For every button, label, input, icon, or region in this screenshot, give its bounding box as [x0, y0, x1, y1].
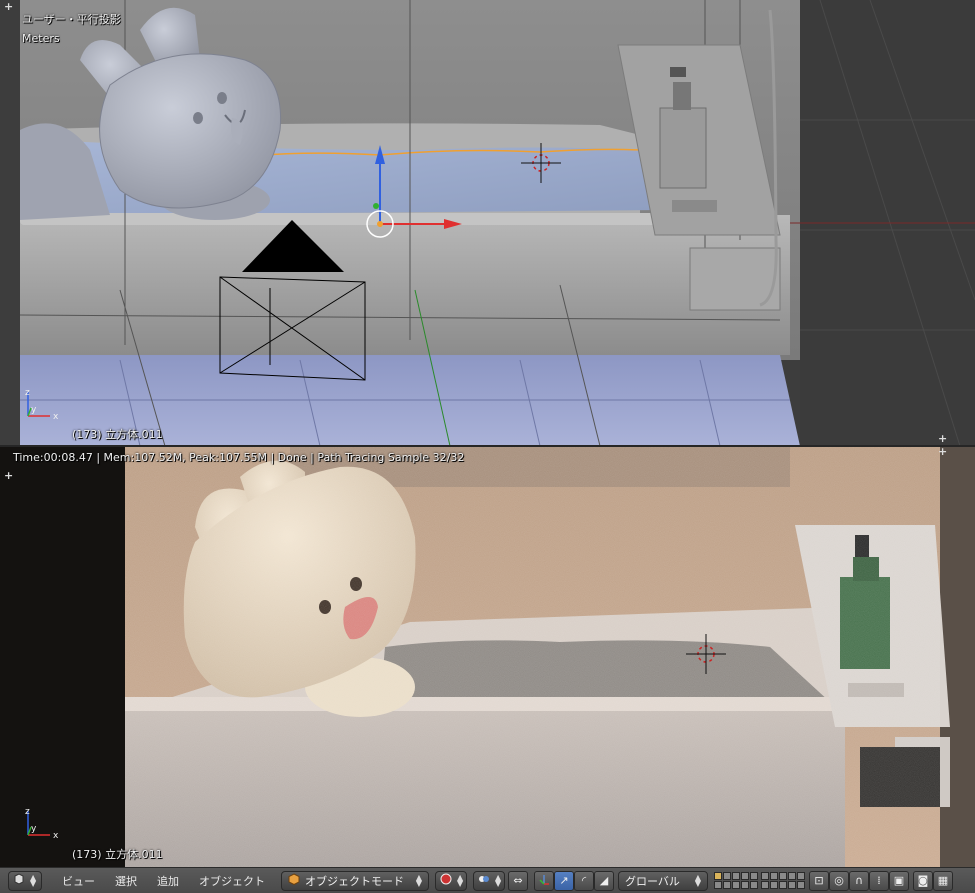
object-info-label: (173) 立方体.011 — [72, 848, 163, 861]
menu-view[interactable]: ビュー — [52, 873, 105, 889]
render-status-label: Time:00:08.47 | Mem:107.52M, Peak:107.55… — [13, 451, 465, 464]
area-split-corner-top-left[interactable]: + — [4, 1, 13, 12]
layer-button[interactable] — [779, 881, 787, 889]
translate-icon: ↗ — [559, 874, 569, 887]
chevron-updown-icon: ▲ ▼ — [415, 872, 422, 888]
layer-button[interactable] — [779, 872, 787, 880]
lock-camera-button[interactable]: ⊡ — [809, 870, 829, 891]
svg-text:z: z — [25, 388, 30, 398]
viewport-shading-icon — [440, 873, 452, 888]
axis-orientation-widget: x z y — [25, 388, 59, 422]
layer-button[interactable] — [714, 872, 722, 880]
chevron-updown-icon: ▲ ▼ — [457, 872, 464, 888]
scale-icon: ◢ — [599, 874, 609, 887]
snap-element-button[interactable]: ∩ — [849, 870, 869, 891]
magnet-icon: ∩ — [854, 874, 864, 887]
rotate-manipulator-button[interactable]: ◜ — [574, 870, 594, 891]
layer-button[interactable] — [741, 881, 749, 889]
interaction-mode-dropdown[interactable]: オブジェクトモード ▲ ▼ — [281, 870, 429, 891]
manipulator-toggle-button[interactable] — [534, 870, 554, 891]
menu-select[interactable]: 選択 — [105, 873, 147, 889]
layer-button[interactable] — [750, 872, 758, 880]
area-split-corner-top-right[interactable]: + — [938, 447, 947, 457]
editor-type-selector[interactable]: ▲ ▼ — [8, 870, 42, 891]
scale-manipulator-button[interactable]: ◢ — [594, 870, 614, 891]
view-name-label: ユーザー・平行投影 — [22, 13, 121, 26]
camera-icon: ◙ — [917, 874, 929, 887]
proportional-edit-icon: ◎ — [834, 874, 844, 887]
manipulator-group: ↗ ◜ ◢ — [534, 870, 614, 891]
object-info-label: (173) 立方体.011 — [72, 428, 163, 441]
chevron-updown-icon: ▲ ▼ — [495, 872, 502, 888]
snap-icon: ⇔ — [513, 874, 523, 887]
3d-view-header: ▲ ▼ ビュー 選択 追加 オブジェクト オブジェクトモード ▲ ▼ ▲ ▼ ▲ ▼ ⇔ — [0, 867, 975, 893]
layer-buttons[interactable] — [761, 872, 805, 889]
translate-manipulator-button[interactable]: ↗ — [554, 870, 574, 891]
layer-button[interactable] — [723, 872, 731, 880]
clapper-icon: ▦ — [937, 874, 949, 887]
opengl-render-button[interactable]: ◙ — [913, 870, 933, 891]
layer-button[interactable] — [732, 872, 740, 880]
rotate-icon: ◜ — [581, 874, 587, 887]
layer-button[interactable] — [732, 881, 740, 889]
proportional-edit-button[interactable]: ◎ — [829, 870, 849, 891]
pivot-point-icon — [478, 873, 490, 888]
rendered-scene — [0, 447, 975, 867]
layer-buttons[interactable] — [714, 872, 758, 889]
camera-tools-group: ◙ ▦ — [913, 870, 953, 891]
layer-button[interactable] — [770, 872, 778, 880]
units-label: Meters — [22, 32, 60, 45]
opengl-render-animation-button[interactable]: ▦ — [933, 870, 953, 891]
viewport-shading-dropdown[interactable]: ▲ ▼ — [435, 870, 467, 891]
layer-button[interactable] — [741, 872, 749, 880]
svg-text:y: y — [31, 824, 37, 834]
viewport-scene — [0, 0, 975, 446]
lock-icon: ⊡ — [814, 874, 824, 887]
layer-button[interactable] — [761, 881, 769, 889]
svg-text:x: x — [53, 831, 59, 841]
snap-target-icon: ⁞ — [877, 874, 881, 887]
svg-text:x: x — [53, 412, 59, 422]
3d-viewport-rendered[interactable]: Time:00:08.47 | Mem:107.52M, Peak:107.55… — [0, 447, 975, 867]
editor-type-icon — [13, 873, 25, 888]
svg-text:y: y — [31, 405, 37, 415]
layer-button[interactable] — [714, 881, 722, 889]
layer-button[interactable] — [761, 872, 769, 880]
transform-orientation-dropdown[interactable]: グローバル ▲ ▼ — [618, 870, 708, 891]
menu-object[interactable]: オブジェクト — [189, 873, 275, 889]
layer-button[interactable] — [770, 881, 778, 889]
snap-toggle-button[interactable]: ⇔ — [508, 870, 528, 891]
mode-label: オブジェクトモード — [305, 874, 404, 888]
axis-orientation-widget: x z y — [25, 807, 59, 841]
layer-button[interactable] — [788, 872, 796, 880]
3d-viewport-solid[interactable]: ユーザー・平行投影 Meters (173) 立方体.011 x z y + + — [0, 0, 975, 446]
render-tools-group: ⊡ ◎ ∩ ⁞ ▣ — [809, 870, 909, 891]
chevron-updown-icon: ▲ ▼ — [694, 872, 701, 888]
chevron-updown-icon: ▲ ▼ — [30, 872, 37, 888]
layer-button[interactable] — [797, 872, 805, 880]
render-preview-button[interactable]: ▣ — [889, 870, 909, 891]
render-icon: ▣ — [893, 874, 905, 887]
snap-target-button[interactable]: ⁞ — [869, 870, 889, 891]
layer-button[interactable] — [797, 881, 805, 889]
object-mode-icon — [288, 873, 300, 888]
svg-text:z: z — [25, 807, 30, 817]
menu-add[interactable]: 追加 — [147, 873, 189, 889]
header-menus: ビュー 選択 追加 オブジェクト — [52, 873, 275, 889]
layer-button[interactable] — [750, 881, 758, 889]
area-split-corner-top-left[interactable]: + — [4, 470, 13, 481]
pivot-point-dropdown[interactable]: ▲ ▼ — [473, 870, 505, 891]
layer-button[interactable] — [723, 881, 731, 889]
manipulator-icon — [538, 873, 550, 888]
layer-button[interactable] — [788, 881, 796, 889]
orientation-label: グローバル — [625, 874, 680, 888]
area-split-corner-bottom-right[interactable]: + — [938, 433, 947, 444]
